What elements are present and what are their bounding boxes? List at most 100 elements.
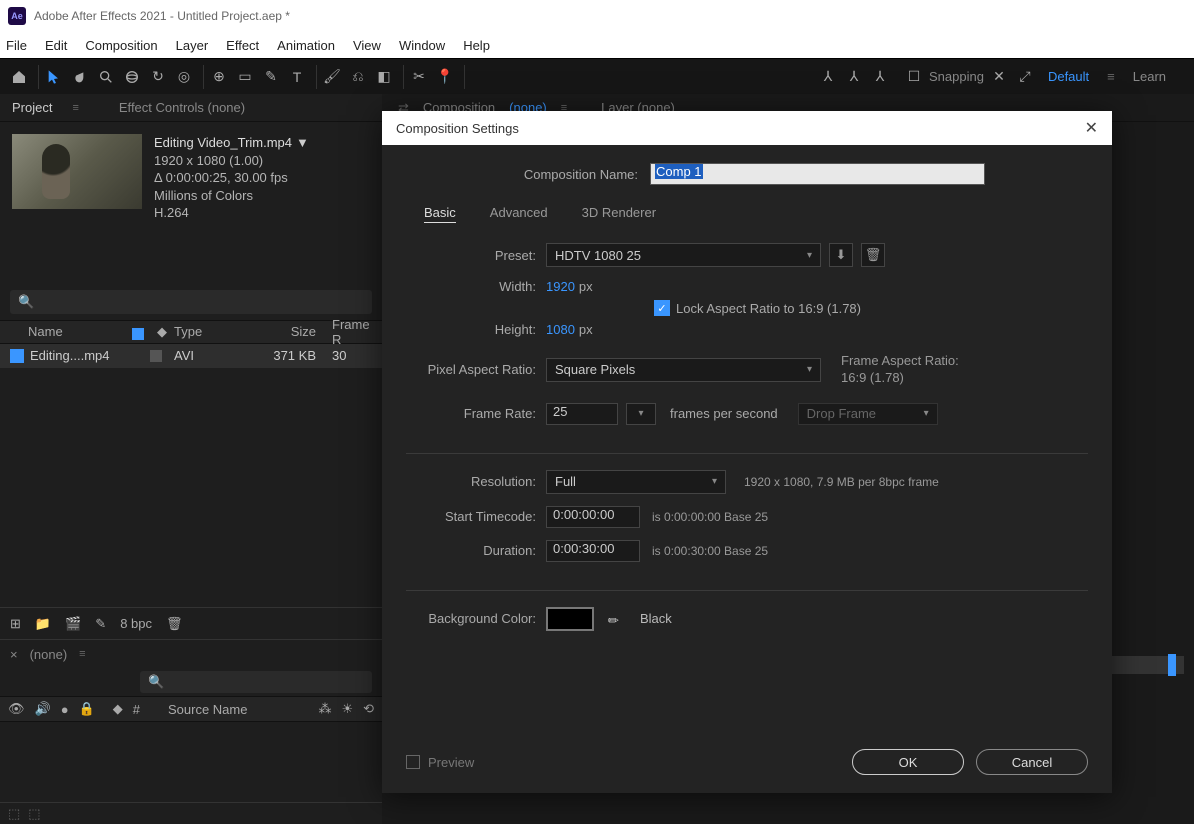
snap-opt1-icon[interactable]: ✕ [988, 66, 1010, 88]
pen-tool-icon[interactable]: ✎ [260, 66, 282, 88]
workspace-default-link[interactable]: Default [1048, 69, 1089, 84]
ok-button[interactable]: OK [852, 749, 964, 775]
tab-basic[interactable]: Basic [424, 205, 456, 223]
learn-link[interactable]: Learn [1133, 69, 1166, 84]
camera-tool-icon[interactable]: ◎ [173, 66, 195, 88]
sort-indicator-icon[interactable] [132, 328, 144, 340]
framerate-stepper[interactable]: ▾ [626, 403, 656, 425]
tab-advanced[interactable]: Advanced [490, 205, 548, 223]
toggle-modes-icon[interactable]: ⬚ [28, 806, 40, 822]
label-color-icon[interactable] [150, 350, 162, 362]
adjust-icon[interactable]: ✎ [95, 616, 106, 632]
menu-animation[interactable]: Animation [277, 38, 335, 53]
project-grid-row[interactable]: Editing....mp4 AVI 371 KB 30 [0, 344, 382, 368]
home-icon[interactable] [8, 66, 30, 88]
bgcolor-swatch[interactable] [546, 607, 594, 631]
asset-thumbnail[interactable] [12, 134, 142, 209]
effect-controls-tab[interactable]: Effect Controls (none) [119, 100, 245, 115]
timeline-close-icon[interactable]: × [10, 647, 18, 662]
text-tool-icon[interactable]: T [286, 66, 308, 88]
start-timecode-label: Start Timecode: [416, 509, 546, 524]
modes-icon[interactable]: ☀ [341, 701, 353, 717]
audio-toggle-icon[interactable]: 🔊 [35, 701, 51, 717]
tab-3d-renderer[interactable]: 3D Renderer [582, 205, 656, 223]
comp-name-input[interactable]: Comp 1 [650, 163, 985, 185]
eraser-tool-icon[interactable]: ◧ [373, 66, 395, 88]
selection-tool-icon[interactable] [43, 66, 65, 88]
menu-layer[interactable]: Layer [176, 38, 209, 53]
menu-composition[interactable]: Composition [85, 38, 157, 53]
framerate-input[interactable]: 25 [546, 403, 618, 425]
window-titlebar: Ae Adobe After Effects 2021 - Untitled P… [0, 0, 1194, 32]
comp-name-value: Comp 1 [655, 164, 703, 179]
panel-menu-icon[interactable]: ≡ [72, 102, 78, 114]
interpret-footage-icon[interactable]: ⊞ [10, 616, 21, 632]
zoom-tool-icon[interactable] [95, 66, 117, 88]
solo-toggle-icon[interactable]: ● [61, 702, 69, 717]
col-framerate-header[interactable]: Frame R [324, 317, 382, 347]
comp-name-label: Composition Name: [406, 167, 650, 182]
save-preset-icon[interactable]: ⬇ [829, 243, 853, 267]
cancel-button[interactable]: Cancel [976, 749, 1088, 775]
axis-view-icon[interactable]: ⅄ [869, 66, 891, 88]
new-folder-icon[interactable]: 📁 [35, 616, 51, 632]
roto-tool-icon[interactable]: ✂ [408, 66, 430, 88]
preview-checkbox[interactable] [406, 755, 420, 769]
timeline-tab-none[interactable]: (none) [30, 647, 68, 662]
snap-opt2-icon[interactable]: ⤢ [1014, 66, 1036, 88]
col-tag-header[interactable]: ◆ [150, 324, 174, 340]
col-type-header[interactable]: Type [174, 324, 264, 339]
lock-aspect-checkbox[interactable]: ✓ [654, 300, 670, 316]
width-value[interactable]: 1920 [546, 279, 575, 294]
menu-view[interactable]: View [353, 38, 381, 53]
hand-tool-icon[interactable] [69, 66, 91, 88]
project-tab[interactable]: Project [12, 100, 52, 115]
axis-local-icon[interactable]: ⅄ [817, 66, 839, 88]
anchor-tool-icon[interactable]: ⊕ [208, 66, 230, 88]
new-comp-icon[interactable]: 🎬 [65, 616, 81, 632]
resolution-dropdown[interactable]: Full▾ [546, 470, 726, 494]
clone-tool-icon[interactable]: ⎌ [347, 66, 369, 88]
switches-icon[interactable]: ⁂ [318, 701, 331, 717]
axis-world-icon[interactable]: ⅄ [843, 66, 865, 88]
snapping-label[interactable]: Snapping [929, 69, 984, 84]
source-name-col[interactable]: Source Name [168, 702, 247, 717]
col-name-header[interactable]: Name [28, 324, 63, 339]
menu-edit[interactable]: Edit [45, 38, 67, 53]
menu-file[interactable]: File [6, 38, 27, 53]
eyedropper-icon[interactable]: ✎ [604, 606, 629, 631]
project-search-input[interactable]: 🔍 [10, 290, 372, 314]
timeline-menu-icon[interactable]: ≡ [79, 648, 85, 660]
width-label: Width: [416, 279, 546, 294]
par-dropdown[interactable]: Square Pixels▾ [546, 358, 821, 382]
menu-help[interactable]: Help [463, 38, 490, 53]
menu-effect[interactable]: Effect [226, 38, 259, 53]
snapping-checkbox-icon[interactable]: ☐ [903, 66, 925, 88]
rect-tool-icon[interactable]: ▭ [234, 66, 256, 88]
delete-preset-icon[interactable]: 🗑 [861, 243, 885, 267]
workspace-menu-icon[interactable]: ≡ [1107, 69, 1115, 84]
timeline-search-input[interactable]: 🔍 [140, 671, 372, 693]
preset-dropdown[interactable]: HDTV 1080 25▾ [546, 243, 821, 267]
project-grid-header: Name ◆ Type Size Frame R [0, 320, 382, 344]
start-timecode-input[interactable]: 0:00:00:00 [546, 506, 640, 528]
duration-input[interactable]: 0:00:30:00 [546, 540, 640, 562]
asset-menu-caret-icon[interactable]: ▼ [296, 135, 309, 150]
av-toggle-icon[interactable]: 👁 [8, 701, 25, 717]
parent-icon[interactable]: ⟲ [363, 701, 374, 717]
label-col-icon[interactable]: ◆ [113, 701, 123, 717]
dialog-close-icon[interactable]: ✕ [1085, 118, 1098, 138]
playhead-icon[interactable] [1168, 654, 1176, 676]
puppet-tool-icon[interactable]: 📍 [434, 66, 456, 88]
menu-window[interactable]: Window [399, 38, 445, 53]
project-panel-tabs: Project ≡ Effect Controls (none) [0, 94, 382, 122]
height-value[interactable]: 1080 [546, 322, 575, 337]
orbit-tool-icon[interactable] [121, 66, 143, 88]
lock-toggle-icon[interactable]: 🔒 [79, 701, 95, 717]
bpc-button[interactable]: 8 bpc [120, 616, 152, 631]
rotate-tool-icon[interactable]: ↻ [147, 66, 169, 88]
col-size-header[interactable]: Size [264, 324, 324, 339]
toggle-switches-icon[interactable]: ⬚ [8, 806, 20, 822]
brush-tool-icon[interactable]: 🖌 [321, 66, 343, 88]
trash-icon[interactable]: 🗑 [166, 616, 183, 632]
